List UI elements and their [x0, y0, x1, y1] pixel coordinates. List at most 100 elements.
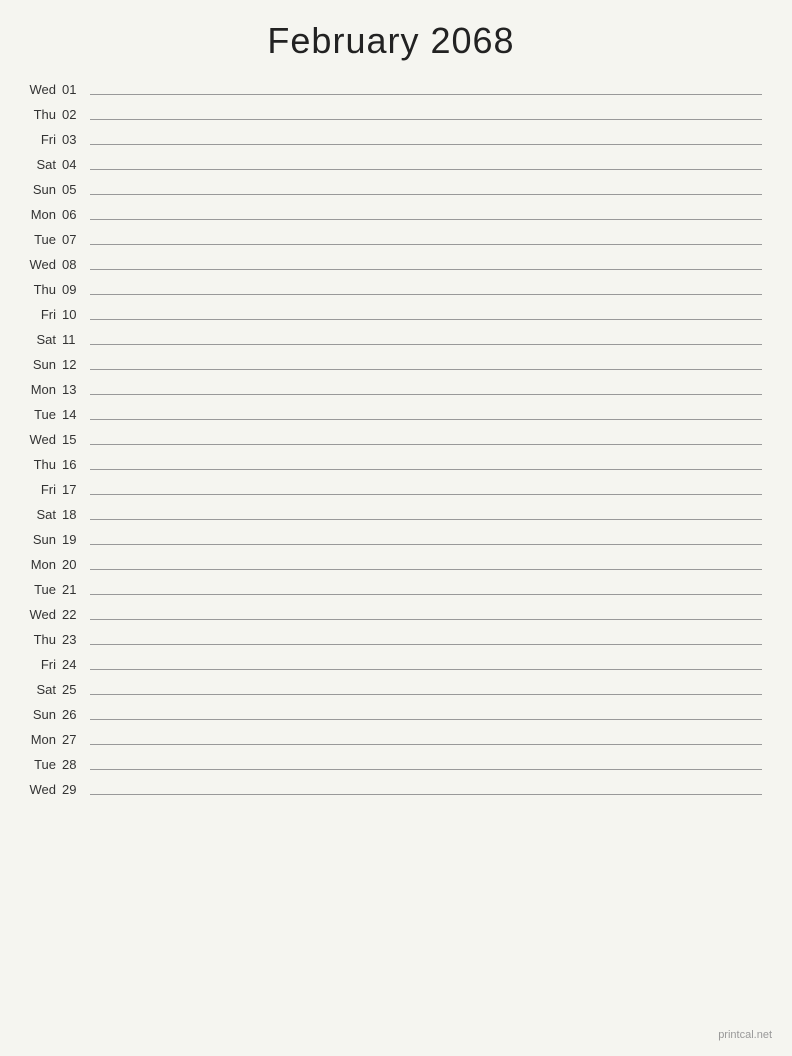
day-row: Sat04	[20, 157, 762, 176]
day-line-container	[90, 219, 762, 224]
day-number: 24	[62, 657, 90, 674]
day-row-wrapper: Fri03	[20, 132, 762, 151]
day-row: Fri17	[20, 482, 762, 501]
day-row: Tue28	[20, 757, 762, 776]
day-line-container	[90, 269, 762, 274]
day-number: 07	[62, 232, 90, 249]
day-row: Sat25	[20, 682, 762, 701]
day-number: 28	[62, 757, 90, 774]
day-name: Wed	[20, 82, 62, 99]
day-row-wrapper: Mon20	[20, 557, 762, 576]
day-row: Sun19	[20, 532, 762, 551]
day-number: 26	[62, 707, 90, 724]
day-row-wrapper: Tue14	[20, 407, 762, 426]
day-name: Tue	[20, 757, 62, 774]
day-row-wrapper: Mon27	[20, 732, 762, 751]
day-row: Sun26	[20, 707, 762, 726]
day-row-wrapper: Wed08	[20, 257, 762, 276]
day-row: Sat11	[20, 332, 762, 351]
day-line-container	[90, 469, 762, 474]
day-name: Sat	[20, 332, 62, 349]
day-line	[90, 644, 762, 645]
day-row: Mon06	[20, 207, 762, 226]
day-row: Wed08	[20, 257, 762, 276]
watermark: printcal.net	[718, 1029, 772, 1041]
day-line	[90, 494, 762, 495]
day-row-wrapper: Tue07	[20, 232, 762, 251]
day-name: Sat	[20, 507, 62, 524]
day-line	[90, 694, 762, 695]
day-name: Thu	[20, 107, 62, 124]
day-line-container	[90, 294, 762, 299]
day-name: Wed	[20, 782, 62, 799]
day-number: 12	[62, 357, 90, 374]
day-number: 11	[62, 332, 90, 349]
day-line-container	[90, 619, 762, 624]
day-line-container	[90, 794, 762, 799]
day-name: Wed	[20, 257, 62, 274]
day-row: Tue14	[20, 407, 762, 426]
day-line	[90, 594, 762, 595]
day-name: Tue	[20, 582, 62, 599]
day-line-container	[90, 669, 762, 674]
day-number: 17	[62, 482, 90, 499]
day-line-container	[90, 494, 762, 499]
day-row-wrapper: Fri17	[20, 482, 762, 501]
day-name: Sat	[20, 157, 62, 174]
day-line-container	[90, 94, 762, 99]
day-row-wrapper: Thu16	[20, 457, 762, 476]
day-number: 13	[62, 382, 90, 399]
day-line-container	[90, 169, 762, 174]
day-number: 19	[62, 532, 90, 549]
calendar-rows: Wed01Thu02Fri03Sat04Sun05Mon06Tue07Wed08…	[20, 82, 762, 801]
day-line-container	[90, 719, 762, 724]
day-number: 08	[62, 257, 90, 274]
day-name: Fri	[20, 307, 62, 324]
day-name: Fri	[20, 657, 62, 674]
day-number: 25	[62, 682, 90, 699]
day-row-wrapper: Wed22	[20, 607, 762, 626]
day-row-wrapper: Tue21	[20, 582, 762, 601]
day-number: 10	[62, 307, 90, 324]
day-line-container	[90, 394, 762, 399]
day-line	[90, 569, 762, 570]
day-row: Wed01	[20, 82, 762, 101]
day-name: Tue	[20, 232, 62, 249]
day-line-container	[90, 344, 762, 349]
page: February 2068 Wed01Thu02Fri03Sat04Sun05M…	[0, 0, 792, 1056]
day-line	[90, 444, 762, 445]
day-line	[90, 519, 762, 520]
day-name: Fri	[20, 482, 62, 499]
day-row: Tue21	[20, 582, 762, 601]
day-number: 15	[62, 432, 90, 449]
day-row-wrapper: Sat25	[20, 682, 762, 701]
day-row: Wed29	[20, 782, 762, 801]
day-number: 27	[62, 732, 90, 749]
day-row-wrapper: Thu09	[20, 282, 762, 301]
day-row: Sun05	[20, 182, 762, 201]
day-line-container	[90, 369, 762, 374]
day-name: Mon	[20, 382, 62, 399]
day-row-wrapper: Sun12	[20, 357, 762, 376]
day-number: 09	[62, 282, 90, 299]
day-line	[90, 244, 762, 245]
day-row: Fri03	[20, 132, 762, 151]
day-line	[90, 744, 762, 745]
day-number: 02	[62, 107, 90, 124]
day-name: Fri	[20, 132, 62, 149]
day-line	[90, 294, 762, 295]
page-title: February 2068	[20, 20, 762, 62]
day-name: Thu	[20, 632, 62, 649]
day-row: Mon27	[20, 732, 762, 751]
day-row-wrapper: Sat18	[20, 507, 762, 526]
day-number: 21	[62, 582, 90, 599]
day-line	[90, 269, 762, 270]
day-name: Tue	[20, 407, 62, 424]
day-line	[90, 669, 762, 670]
day-line	[90, 469, 762, 470]
day-line	[90, 719, 762, 720]
day-row-wrapper: Wed01	[20, 82, 762, 101]
day-number: 03	[62, 132, 90, 149]
day-row: Fri10	[20, 307, 762, 326]
day-row-wrapper: Wed29	[20, 782, 762, 801]
